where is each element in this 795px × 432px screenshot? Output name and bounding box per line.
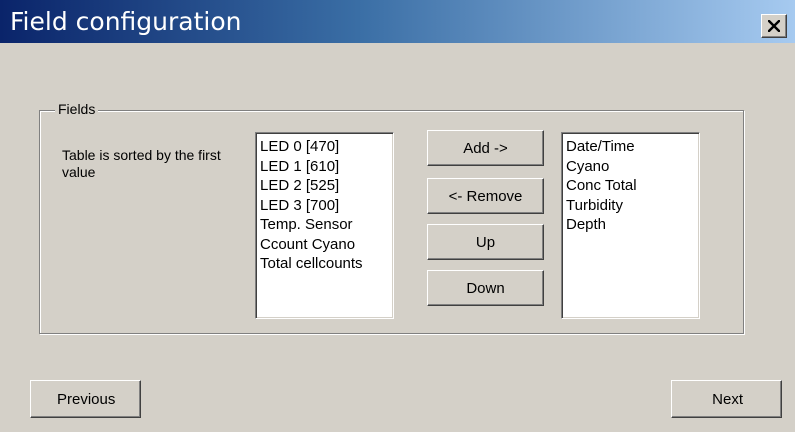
list-item[interactable]: Ccount Cyano [260, 235, 389, 255]
list-item[interactable]: Turbidity [566, 196, 695, 216]
move-up-button-label: Up [475, 233, 496, 251]
move-down-button[interactable]: Down [427, 270, 544, 306]
window-title: Field configuration [10, 7, 242, 36]
list-item[interactable]: Temp. Sensor [260, 215, 389, 235]
remove-button[interactable]: <- Remove [427, 178, 544, 214]
list-item[interactable]: LED 1 [610] [260, 157, 389, 177]
remove-button-label: <- Remove [448, 187, 523, 205]
previous-button[interactable]: Previous [30, 380, 141, 418]
move-up-button[interactable]: Up [427, 224, 544, 260]
available-fields-list[interactable]: LED 0 [470] LED 1 [610] LED 2 [525] LED … [255, 132, 394, 319]
close-button[interactable] [761, 14, 787, 38]
add-button[interactable]: Add -> [427, 130, 544, 166]
next-button-label: Next [712, 390, 743, 408]
list-item[interactable]: Conc Total [566, 176, 695, 196]
list-item[interactable]: LED 3 [700] [260, 196, 389, 216]
selected-fields-list[interactable]: Date/Time Cyano Conc Total Turbidity Dep… [561, 132, 700, 319]
list-item[interactable]: Date/Time [566, 137, 695, 157]
add-button-label: Add -> [463, 139, 508, 157]
title-bar: Field configuration [0, 0, 795, 43]
fields-group-label: Fields [55, 101, 99, 117]
close-icon [768, 20, 780, 32]
list-item[interactable]: LED 2 [525] [260, 176, 389, 196]
sort-description: Table is sorted by the first value [62, 147, 221, 180]
list-item[interactable]: Depth [566, 215, 695, 235]
next-button[interactable]: Next [671, 380, 782, 418]
move-down-button-label: Down [466, 279, 505, 297]
list-item[interactable]: Total cellcounts [260, 254, 389, 274]
list-item[interactable]: Cyano [566, 157, 695, 177]
previous-button-label: Previous [57, 390, 116, 408]
list-item[interactable]: LED 0 [470] [260, 137, 389, 157]
